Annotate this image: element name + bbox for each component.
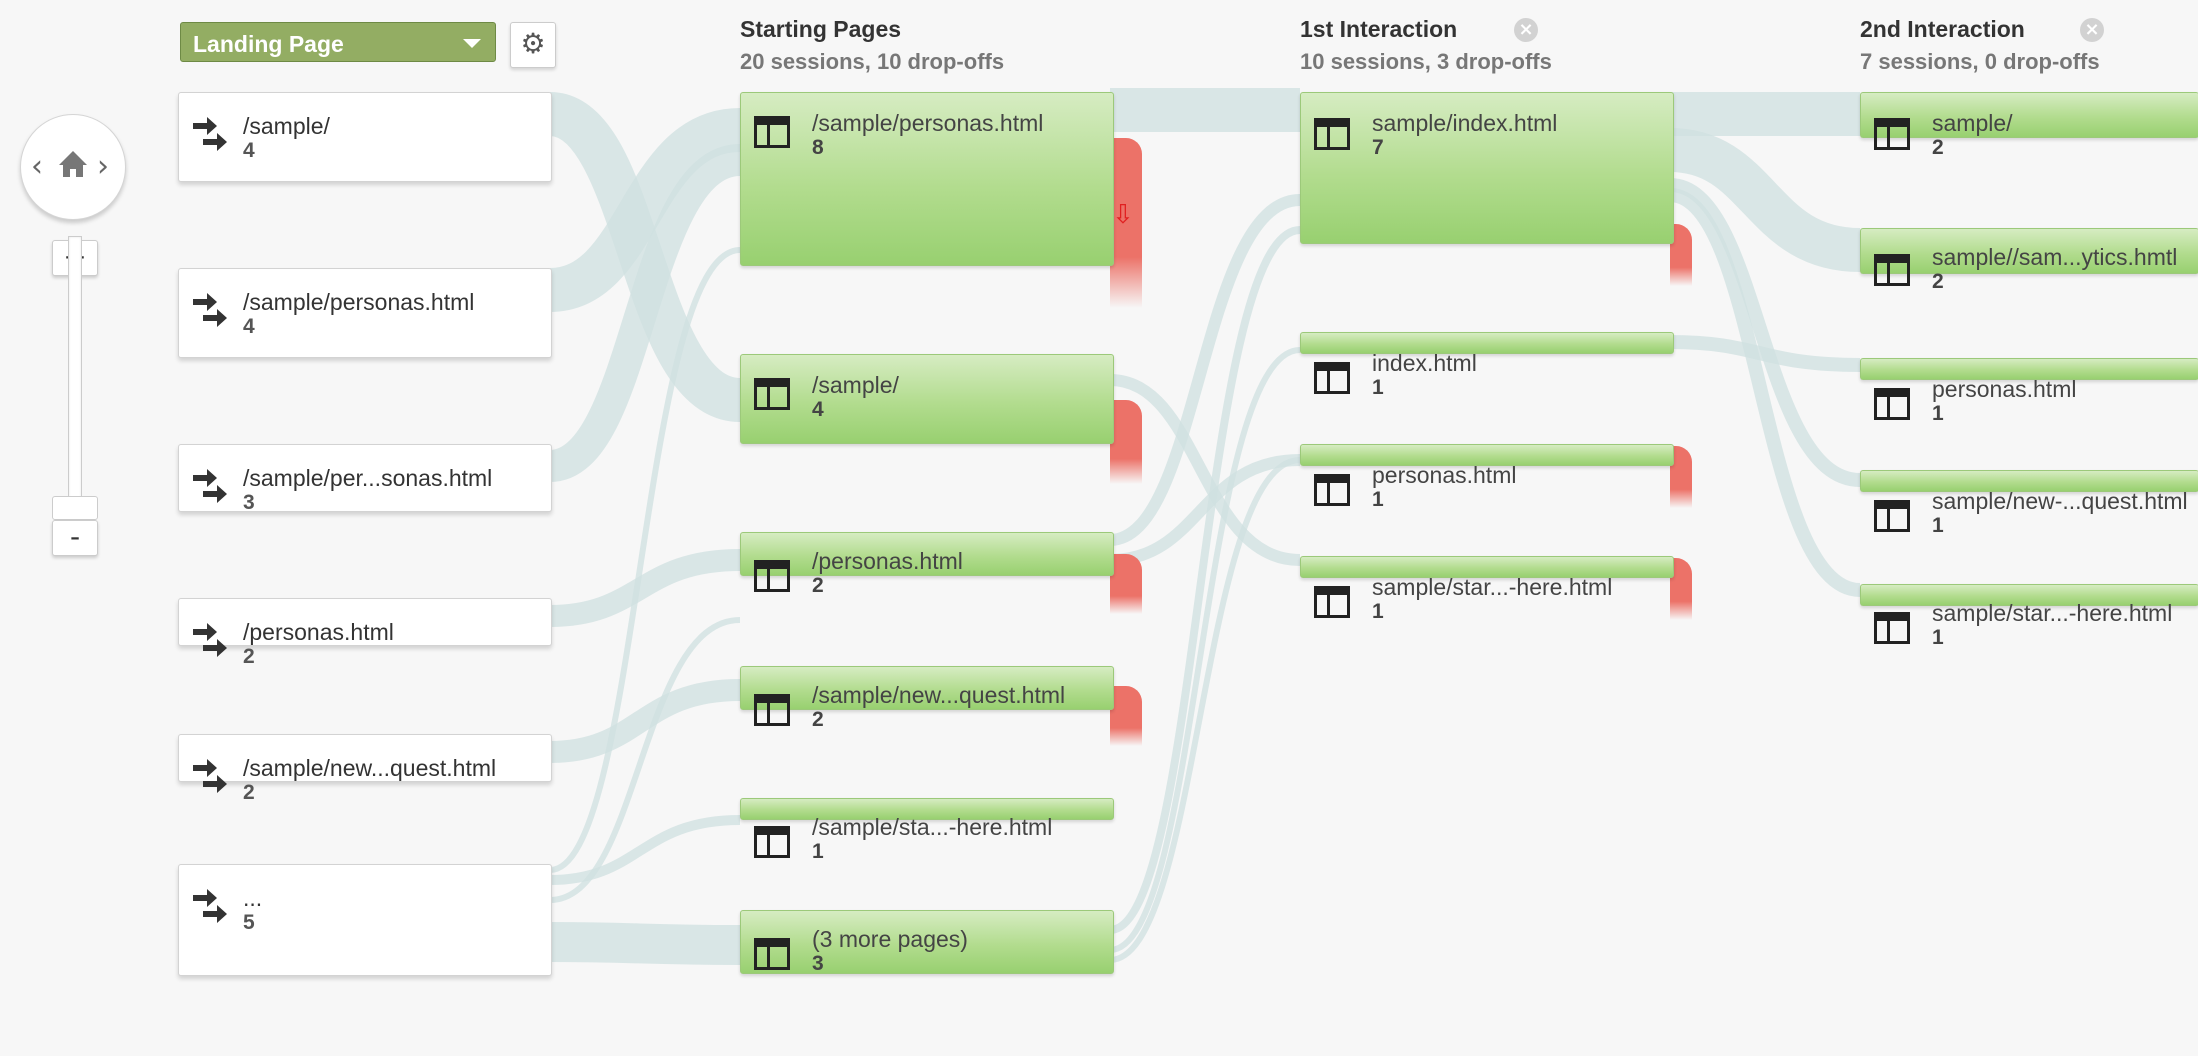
starting-page-node[interactable] (740, 354, 1114, 444)
page-layout-icon (1314, 474, 1350, 506)
column-title: 2nd Interaction (1860, 16, 2025, 42)
dropoff-bar[interactable] (1110, 686, 1142, 746)
page-layout-icon (1874, 118, 1910, 150)
landing-page-count: 5 (243, 911, 255, 934)
page-layout-icon (1874, 254, 1910, 286)
navigation-pad[interactable]: ‹ › (20, 114, 126, 220)
landing-page-count: 4 (243, 139, 255, 162)
landing-page-node[interactable]: /sample/per...sonas.html 3 (178, 444, 552, 514)
pan-left-icon[interactable]: ‹ (31, 149, 43, 184)
dropoff-bar[interactable] (1110, 400, 1142, 484)
entrance-arrows-icon (193, 623, 227, 657)
entrance-arrows-icon (193, 293, 227, 327)
page-layout-icon (754, 826, 790, 858)
page-layout-icon (754, 694, 790, 726)
entrance-arrows-icon (193, 759, 227, 793)
home-icon[interactable] (57, 149, 89, 184)
page-layout-icon (754, 116, 790, 148)
landing-page-count: 4 (243, 315, 255, 338)
interaction-node[interactable] (1300, 332, 1674, 354)
landing-page-name: /sample/ (243, 113, 330, 139)
page-layout-icon (1314, 586, 1350, 618)
landing-page-name: /sample/personas.html (243, 289, 475, 315)
landing-page-name: ... (243, 885, 263, 911)
landing-page-node[interactable]: /sample/ 4 (178, 92, 552, 182)
landing-page-node[interactable]: /sample/new...quest.html 2 (178, 734, 552, 804)
interaction-node[interactable] (1860, 92, 2198, 138)
settings-button[interactable]: ⚙ (510, 22, 556, 68)
dropdown-label: Landing Page (193, 31, 344, 57)
gear-icon: ⚙ (520, 27, 546, 60)
dropoff-arrow-icon: ⇩ (1112, 200, 1134, 230)
close-column-icon[interactable]: × (1514, 18, 1538, 42)
zoom-out-button[interactable]: - (52, 520, 98, 556)
dropoff-bar[interactable] (1110, 554, 1142, 614)
entrance-arrows-icon (193, 117, 227, 151)
landing-page-node[interactable]: ... 5 (178, 864, 552, 976)
landing-page-count: 2 (243, 645, 255, 668)
column-header-2nd: 2nd Interaction 7 sessions, 0 drop-offs (1860, 16, 2100, 75)
landing-page-count: 3 (243, 491, 255, 514)
landing-page-count: 2 (243, 781, 255, 804)
page-layout-icon (754, 560, 790, 592)
close-column-icon[interactable]: × (2080, 18, 2104, 42)
landing-page-name: /sample/per...sonas.html (243, 465, 493, 491)
page-layout-icon (1874, 500, 1910, 532)
pan-right-icon[interactable]: › (97, 149, 109, 184)
column-header-starting: Starting Pages 20 sessions, 10 drop-offs (740, 16, 1004, 75)
landing-page-dropdown[interactable]: Landing Page (180, 22, 496, 62)
zoom-slider-handle[interactable] (52, 496, 98, 520)
landing-page-name: /sample/new...quest.html (243, 755, 497, 781)
landing-page-node[interactable]: /sample/personas.html 4 (178, 268, 552, 358)
column-title: Starting Pages (740, 16, 902, 42)
page-layout-icon (1874, 388, 1910, 420)
column-subtitle: 10 sessions, 3 drop-offs (1300, 49, 1552, 74)
page-layout-icon (754, 938, 790, 970)
page-layout-icon (1314, 118, 1350, 150)
entrance-arrows-icon (193, 469, 227, 503)
landing-page-node[interactable]: /personas.html 2 (178, 598, 552, 668)
page-layout-icon (1874, 612, 1910, 644)
entrance-arrows-icon (193, 889, 227, 923)
column-subtitle: 20 sessions, 10 drop-offs (740, 49, 1005, 74)
chevron-down-icon (463, 39, 481, 48)
column-subtitle: 7 sessions, 0 drop-offs (1860, 49, 2100, 74)
zoom-slider-track[interactable] (68, 236, 82, 500)
landing-page-name: /personas.html (243, 619, 394, 645)
page-layout-icon (754, 378, 790, 410)
page-layout-icon (1314, 362, 1350, 394)
